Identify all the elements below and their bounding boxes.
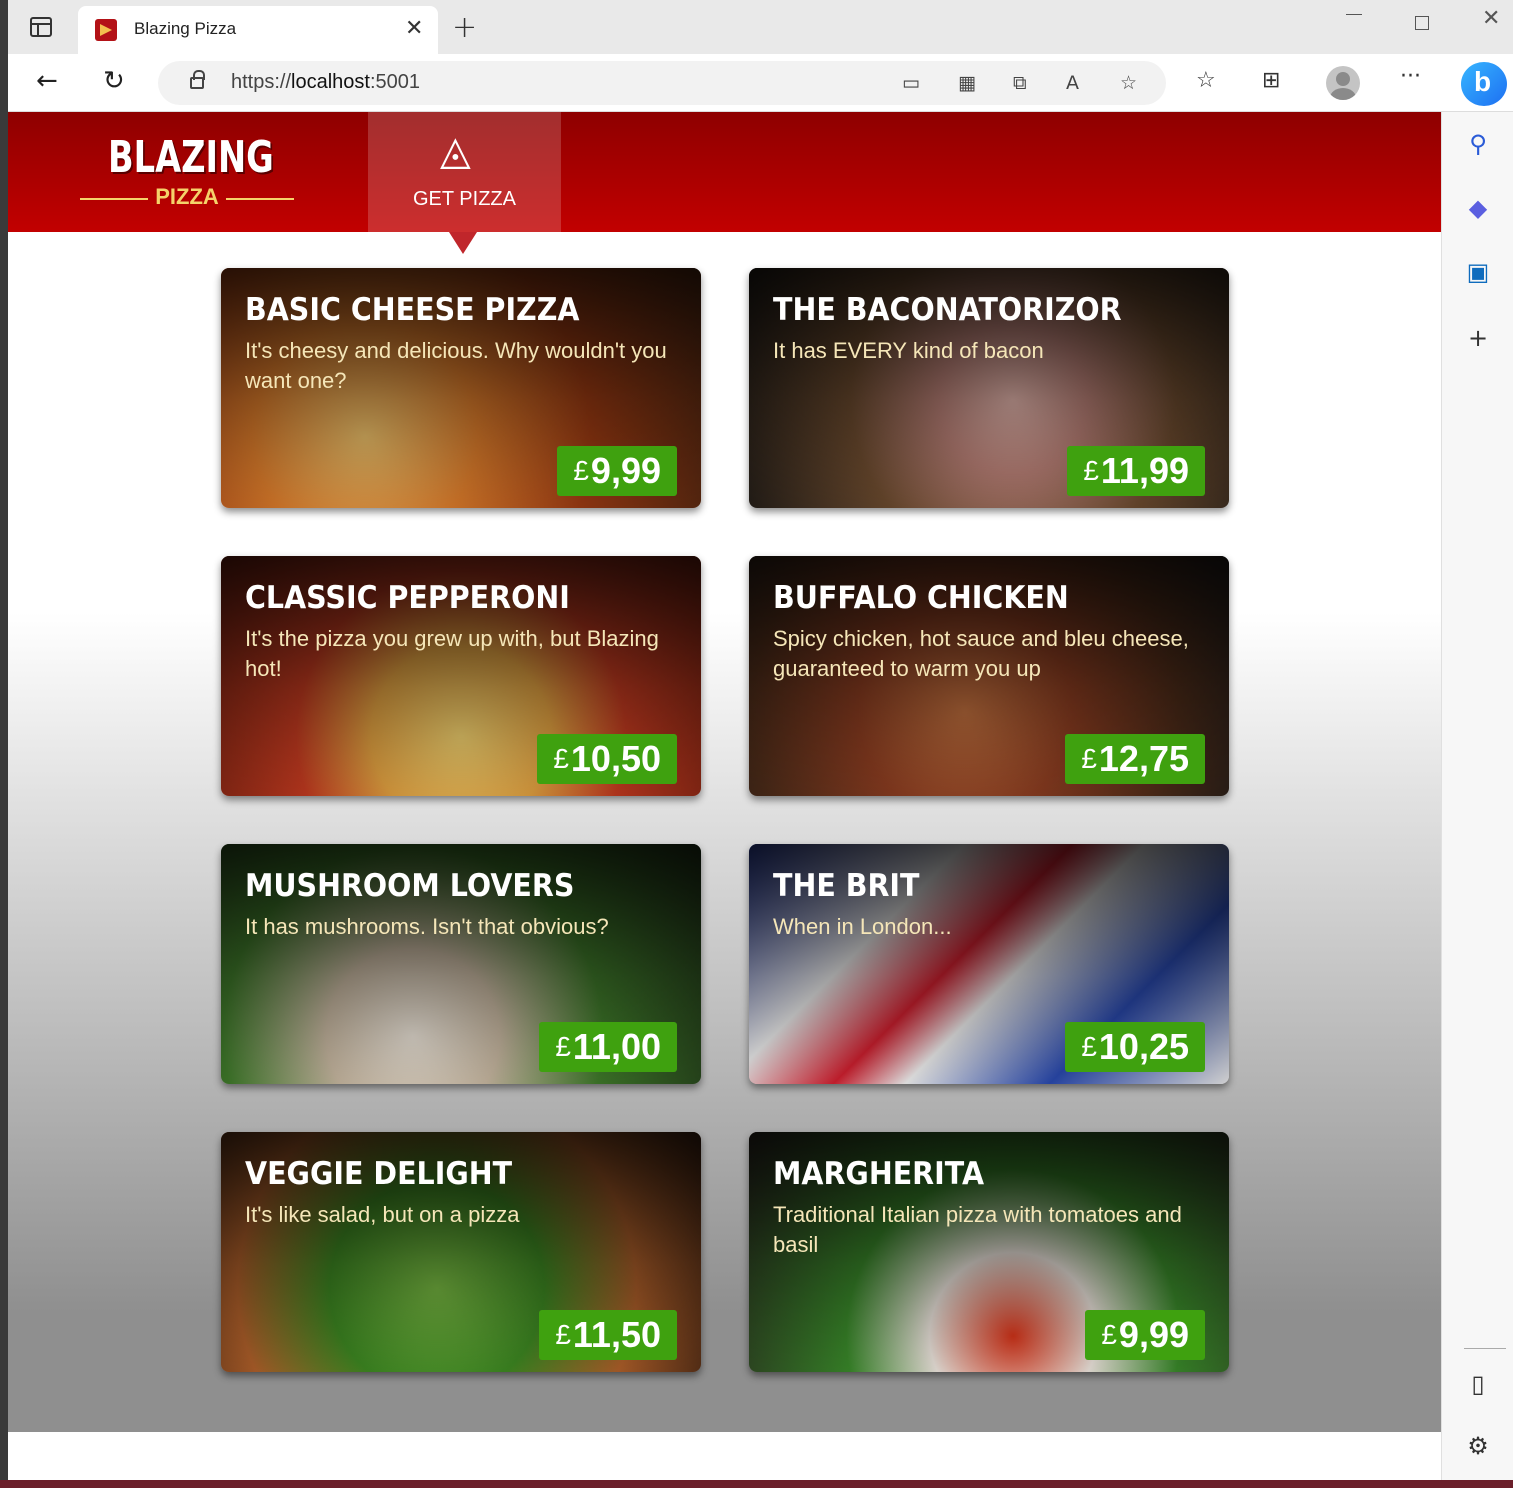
sidebar-divider [1464, 1348, 1506, 1349]
taskbar-edge [0, 1480, 1513, 1488]
price-badge: £10,50 [537, 734, 677, 784]
pizza-card-margherita[interactable]: MARGHERITA Traditional Italian pizza wit… [749, 1132, 1229, 1372]
pizza-description: It has mushrooms. Isn't that obvious? [245, 914, 609, 939]
price-badge: £9,99 [1085, 1310, 1205, 1360]
get-pizza-nav-tab[interactable]: ◬ GET PIZZA [368, 112, 561, 232]
pizza-description: Spicy chicken, hot sauce and bleu cheese… [773, 626, 1189, 681]
pizza-description: It's cheesy and delicious. Why wouldn't … [245, 338, 667, 393]
price-badge: £9,99 [557, 446, 677, 496]
tab-strip: Blazing Pizza ✕ + ✕ [8, 0, 1513, 54]
pizza-description: It's the pizza you grew up with, but Bla… [245, 626, 659, 681]
browser-window: Blazing Pizza ✕ + ✕ ← ↻ https://localhos… [8, 0, 1513, 1480]
logo-line-right [226, 198, 294, 200]
pizza-favicon-icon [95, 19, 117, 41]
address-toolbar: ← ↻ https://localhost:5001 ▭ ▦ ⧉ A ☆ ☆ ⊞… [8, 54, 1513, 112]
logo-sub-text: PIZZA [155, 184, 219, 209]
pizza-name: CLASSIC PEPPERONI [245, 580, 570, 616]
collections-icon[interactable]: ⊞ [1262, 68, 1280, 93]
tab-title: Blazing Pizza [134, 19, 237, 38]
pizza-name: VEGGIE DELIGHT [245, 1156, 513, 1192]
url-text[interactable]: https://localhost:5001 [231, 71, 420, 94]
apps-grid-icon[interactable]: ▦ [958, 72, 976, 94]
pizza-card-classic-pepperoni[interactable]: CLASSIC PEPPERONI It's the pizza you gre… [221, 556, 701, 796]
pizza-card-mushroom-lovers[interactable]: MUSHROOM LOVERS It has mushrooms. Isn't … [221, 844, 701, 1084]
pizza-name: BASIC CHEESE PIZZA [245, 292, 580, 328]
pizza-description: It's like salad, but on a pizza [245, 1202, 520, 1227]
active-tab-caret [449, 232, 477, 254]
address-bar[interactable]: https://localhost:5001 ▭ ▦ ⧉ A ☆ [158, 61, 1166, 105]
pizza-name: THE BACONATORIZOR [773, 292, 1122, 328]
pizza-card-buffalo-chicken[interactable]: BUFFALO CHICKEN Spicy chicken, hot sauce… [749, 556, 1229, 796]
pizza-description: When in London... [773, 914, 952, 939]
refresh-icon[interactable]: ↻ [103, 66, 125, 96]
logo-main-text: BLAZING [108, 132, 274, 183]
price-badge: £11,50 [539, 1310, 677, 1360]
blazing-pizza-logo[interactable]: BLAZING PIZZA [80, 132, 294, 218]
settings-gear-icon[interactable]: ⚙ [1442, 1432, 1513, 1460]
window-close-icon[interactable]: ✕ [1482, 6, 1500, 31]
get-pizza-label: GET PIZZA [413, 188, 516, 210]
edge-sidebar: ⚲ ◆ ▣ + ▯ ⚙ [1441, 112, 1513, 1480]
favorites-icon[interactable]: ☆ [1196, 68, 1216, 93]
browser-tab[interactable]: Blazing Pizza ✕ [78, 6, 438, 54]
pizza-card-basic-cheese[interactable]: BASIC CHEESE PIZZA It's cheesy and delic… [221, 268, 701, 508]
add-favorite-icon[interactable]: ☆ [1120, 72, 1137, 94]
pizza-name: MUSHROOM LOVERS [245, 868, 575, 904]
price-badge: £11,99 [1067, 446, 1205, 496]
price-badge: £10,25 [1065, 1022, 1205, 1072]
device-icon[interactable]: ▭ [902, 72, 920, 94]
bing-chat-icon[interactable]: b [1461, 62, 1507, 106]
tab-actions-icon[interactable] [30, 17, 52, 37]
pizza-name: THE BRIT [773, 868, 920, 904]
pizza-card-baconatorizor[interactable]: THE BACONATORIZOR It has EVERY kind of b… [749, 268, 1229, 508]
open-external-icon[interactable]: ⧉ [1013, 72, 1027, 94]
new-tab-icon[interactable]: + [452, 10, 477, 45]
maximize-icon[interactable] [1415, 16, 1429, 30]
read-aloud-icon[interactable]: A [1066, 72, 1079, 94]
close-tab-icon[interactable]: ✕ [405, 16, 423, 41]
more-menu-icon[interactable]: ··· [1400, 64, 1421, 89]
pizza-description: It has EVERY kind of bacon [773, 338, 1044, 363]
outlook-icon[interactable]: ▣ [1442, 258, 1513, 286]
top-bar: BLAZING PIZZA ◬ GET PIZZA [8, 112, 1441, 232]
add-sidebar-app-icon[interactable]: + [1442, 324, 1513, 352]
search-icon[interactable]: ⚲ [1442, 130, 1513, 158]
pizza-name: BUFFALO CHICKEN [773, 580, 1069, 616]
page-footer-area [8, 1432, 1441, 1480]
minimize-icon[interactable] [1346, 14, 1362, 15]
desktop-edge [0, 0, 8, 1480]
pizza-slice-icon: ◬ [440, 128, 471, 174]
hide-sidebar-icon[interactable]: ▯ [1442, 1370, 1513, 1398]
pizza-card-the-brit[interactable]: THE BRIT When in London... £10,25 [749, 844, 1229, 1084]
office-icon[interactable]: ◆ [1442, 194, 1513, 222]
price-badge: £12,75 [1065, 734, 1205, 784]
profile-avatar[interactable] [1326, 66, 1360, 100]
lock-icon[interactable] [190, 70, 205, 89]
price-badge: £11,00 [539, 1022, 677, 1072]
back-arrow-icon[interactable]: ← [36, 66, 58, 96]
pizza-description: Traditional Italian pizza with tomatoes … [773, 1202, 1182, 1257]
page-content: BLAZING PIZZA ◬ GET PIZZA BASIC CHEESE P… [8, 112, 1441, 1480]
pizza-name: MARGHERITA [773, 1156, 985, 1192]
pizza-card-veggie-delight[interactable]: VEGGIE DELIGHT It's like salad, but on a… [221, 1132, 701, 1372]
